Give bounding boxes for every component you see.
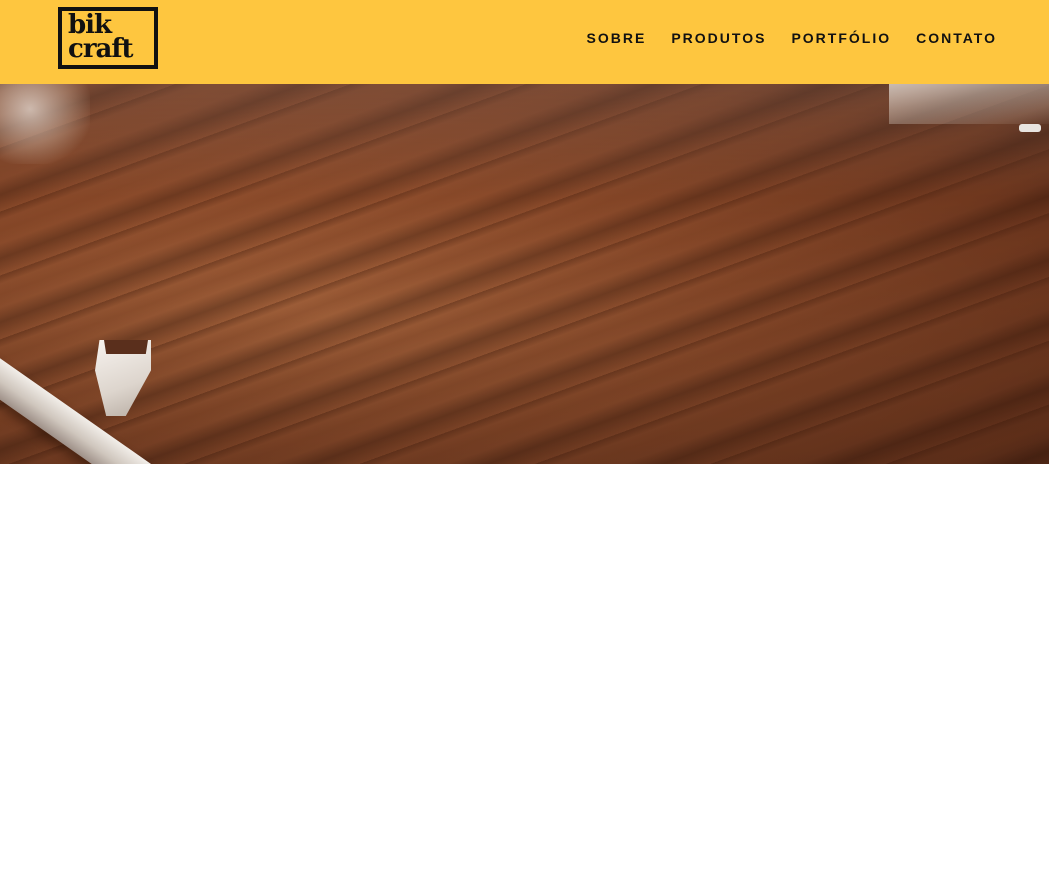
nav-item-contato: CONTATO	[916, 29, 997, 47]
bikcraft-logo[interactable]: bik craft	[58, 7, 158, 69]
hero-sheen	[0, 84, 1049, 464]
nav-link-produtos[interactable]: PRODUTOS	[671, 29, 766, 47]
nav-link-sobre[interactable]: SOBRE	[587, 29, 647, 47]
nav-item-produtos: PRODUTOS	[671, 29, 766, 47]
nav-link-contato[interactable]: CONTATO	[916, 29, 997, 47]
hero-blur-highlight	[0, 84, 90, 164]
site-header: bik craft SOBRE PRODUTOS PORTFÓLIO CONTA…	[0, 0, 1049, 84]
nav-link-portfolio[interactable]: PORTFÓLIO	[791, 29, 891, 47]
hero-bolt	[1019, 124, 1041, 132]
page-content	[0, 464, 1049, 894]
hero-image	[0, 84, 1049, 464]
hero-wood-block-top	[104, 340, 148, 354]
nav-item-portfolio: PORTFÓLIO	[791, 29, 891, 47]
nav-list: SOBRE PRODUTOS PORTFÓLIO CONTATO	[587, 29, 997, 47]
hero-corner-highlight	[889, 84, 1049, 124]
nav-item-sobre: SOBRE	[587, 29, 647, 47]
logo-text-line2: craft	[68, 34, 134, 64]
